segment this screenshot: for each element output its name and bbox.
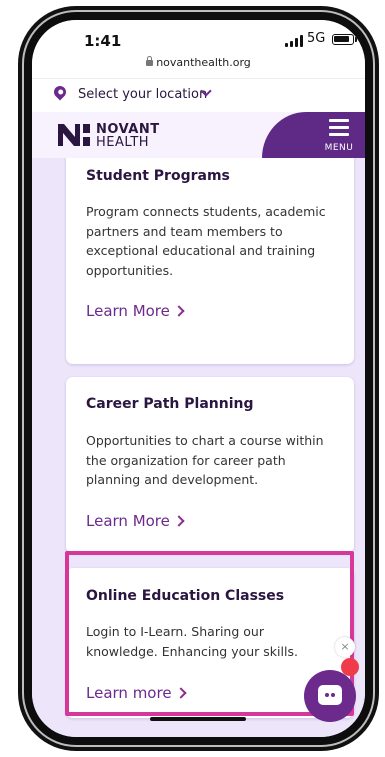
network-type: 5G	[307, 31, 326, 46]
learn-more-label: Learn More	[86, 302, 170, 320]
card-description: Opportunities to chart a course within t…	[86, 433, 324, 487]
menu-button[interactable]: MENU	[319, 117, 359, 157]
card-career-path-planning: Career Path Planning Opportunities to ch…	[66, 377, 354, 553]
battery-icon	[332, 34, 354, 45]
status-time: 1:41	[84, 32, 122, 50]
menu-background: MENU	[262, 112, 365, 158]
logo-text-health: HEALTH	[96, 135, 150, 150]
chevron-right-icon	[173, 515, 185, 527]
signal-icon	[285, 35, 303, 47]
card-title: Student Programs	[86, 168, 230, 184]
close-icon[interactable]: ×	[335, 637, 355, 657]
chat-button[interactable]	[304, 670, 356, 722]
location-label: Select your location	[78, 87, 208, 102]
learn-more-label: Learn More	[86, 512, 170, 530]
battery-tip	[355, 37, 357, 42]
chevron-right-icon	[173, 305, 185, 317]
home-indicator	[150, 717, 246, 721]
lock-icon	[146, 56, 154, 66]
learn-more-link[interactable]: Learn More	[86, 302, 185, 320]
learn-more-link[interactable]: Learn More	[86, 512, 185, 530]
card-student-programs: Student Programs Program connects studen…	[66, 158, 354, 364]
location-pin-icon	[51, 83, 69, 101]
main-content: Student Programs Program connects studen…	[32, 158, 365, 737]
address-bar[interactable]: novanthealth.org	[32, 56, 365, 69]
card-title: Career Path Planning	[86, 396, 254, 412]
chat-icon	[318, 685, 342, 705]
menu-label: MENU	[324, 143, 354, 153]
location-selector[interactable]: Select your location	[32, 78, 365, 112]
novant-logo-icon[interactable]	[58, 124, 90, 146]
status-bar: 1:41 5G novanthealth.org	[32, 20, 365, 78]
url-text: novanthealth.org	[156, 56, 251, 69]
card-description: Program connects students, academic part…	[86, 204, 326, 278]
screen: 1:41 5G novanthealth.org Select your loc…	[32, 20, 365, 737]
site-header: NOVANT HEALTH MENU	[32, 112, 365, 158]
notification-badge	[341, 658, 359, 676]
